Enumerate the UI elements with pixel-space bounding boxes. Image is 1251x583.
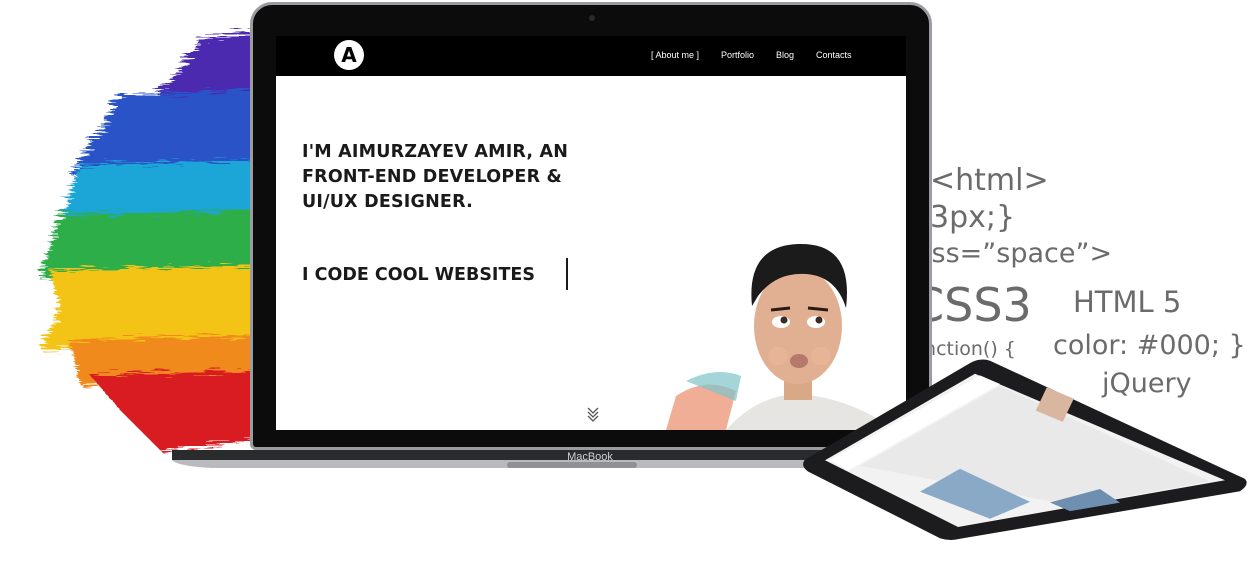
headline-line: UI/UX DESIGNER. [302, 192, 473, 212]
nav-blog[interactable]: Blog [776, 50, 794, 60]
code-html-tag: <html> [930, 163, 1049, 198]
nav-portfolio[interactable]: Portfolio [721, 50, 754, 60]
laptop-camera [589, 15, 595, 21]
code-px-rule: 3px;} [930, 200, 1016, 235]
headline-line: FRONT-END DEVELOPER & [302, 167, 562, 187]
a-letter-logo-icon[interactable]: A [334, 40, 364, 70]
site-navbar: A [ About me ] Portfolio Blog Contacts [276, 36, 906, 76]
nav-contacts[interactable]: Contacts [816, 50, 852, 60]
hero-headline: I'M AIMURZAYEV AMIR, AN FRONT-END DEVELO… [302, 140, 632, 215]
hero-tagline: I CODE COOL WEBSITES [302, 265, 535, 285]
typing-cursor [566, 258, 568, 290]
double-chevron-down-icon[interactable] [586, 406, 600, 422]
nav-about-me[interactable]: [ About me ] [651, 50, 699, 60]
headline-line: I'M AIMURZAYEV AMIR, AN [302, 142, 569, 162]
laptop-brand-label: MacBook [567, 451, 613, 463]
tablet-device [803, 359, 1247, 541]
code-html5: HTML 5 [1073, 285, 1182, 319]
code-class-attr: ass=”space”> [915, 238, 1113, 269]
